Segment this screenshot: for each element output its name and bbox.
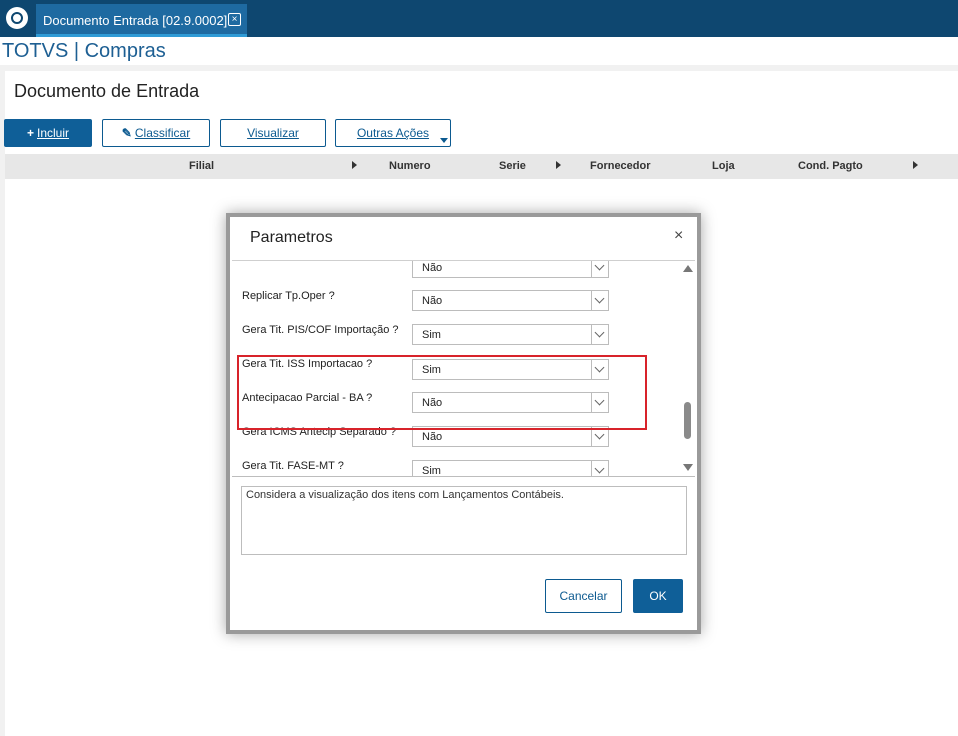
param-row: Não [232,261,682,287]
close-icon[interactable]: × [674,227,683,245]
totvs-logo-icon[interactable] [0,0,34,37]
param-value: Sim [422,465,441,477]
parametros-dialog: Parametros × Não Replicar Tp.Oper ? Não … [226,213,701,634]
chevron-down-icon [594,261,605,271]
chevron-right-icon[interactable] [352,161,357,169]
col-fornecedor[interactable]: Fornecedor [590,160,651,172]
dropdown-button[interactable] [591,461,608,476]
chevron-down-icon [594,293,605,304]
ok-button[interactable]: OK [633,579,683,613]
dropdown-button[interactable] [591,291,608,310]
param-label: Gera Tit. PIS/COF Importação ? [242,324,399,336]
page-title: Documento de Entrada [14,81,200,101]
param-value: Sim [422,329,441,341]
param-row: Replicar Tp.Oper ? Não [232,286,682,320]
outras-acoes-label: Outras Ações [356,126,430,140]
param-select[interactable]: Não [412,261,609,278]
param-select[interactable]: Não [412,290,609,311]
help-textarea: Considera a visualização dos itens com L… [241,486,687,555]
param-row: Gera Tit. PIS/COF Importação ? Sim [232,320,682,354]
divider [0,65,958,71]
params-scroll-area[interactable]: Não Replicar Tp.Oper ? Não Gera Tit. PIS… [232,260,695,477]
app-title: TOTVS | Compras [2,40,166,62]
close-icon[interactable]: × [228,13,241,26]
chevron-right-icon[interactable] [913,161,918,169]
scroll-down-icon[interactable] [683,464,693,471]
col-numero[interactable]: Numero [389,160,431,172]
help-text: Considera a visualização dos itens com L… [246,489,564,501]
visualizar-button[interactable]: Visualizar [220,119,326,147]
visualizar-label: Visualizar [247,126,299,140]
col-loja[interactable]: Loja [712,160,735,172]
chevron-down-icon [440,138,448,143]
param-value: Não [422,262,443,274]
top-tab-bar: Documento Entrada [02.9.0002] × [0,0,958,37]
classificar-label: Classificar [134,126,191,140]
cancel-button[interactable]: Cancelar [545,579,622,613]
param-label: Gera Tit. FASE-MT ? [242,460,344,472]
dropdown-button[interactable] [591,325,608,344]
chevron-down-icon [594,463,605,474]
col-serie[interactable]: Serie [499,160,526,172]
classificar-button[interactable]: ✎ Classificar [102,119,210,147]
plus-icon: + [26,126,34,140]
scrollbar-thumb[interactable] [684,402,691,439]
tab-title: Documento Entrada [02.9.0002] [43,13,228,28]
pencil-icon: ✎ [121,126,132,140]
outras-acoes-button[interactable]: Outras Ações [335,119,451,147]
chevron-right-icon[interactable] [556,161,561,169]
param-select[interactable]: Sim [412,324,609,345]
dialog-title: Parametros [250,229,333,246]
param-value: Não [422,295,443,307]
param-value: Não [422,431,443,443]
incluir-label: Incluir [37,126,70,140]
chevron-down-icon [594,429,605,440]
dropdown-button[interactable] [591,261,608,277]
col-filial[interactable]: Filial [189,160,214,172]
param-label: Replicar Tp.Oper ? [242,290,335,302]
tab-documento-entrada[interactable]: Documento Entrada [02.9.0002] × [36,4,247,37]
col-cond-pagto[interactable]: Cond. Pagto [798,160,863,172]
incluir-button[interactable]: + Incluir [4,119,92,147]
chevron-down-icon [594,327,605,338]
param-select[interactable]: Sim [412,460,609,477]
highlight-box [237,355,647,430]
scroll-up-icon[interactable] [683,265,693,272]
param-row: Gera Tit. FASE-MT ? Sim [232,456,682,477]
grid-header: Filial Numero Serie Fornecedor Loja Cond… [5,154,958,179]
